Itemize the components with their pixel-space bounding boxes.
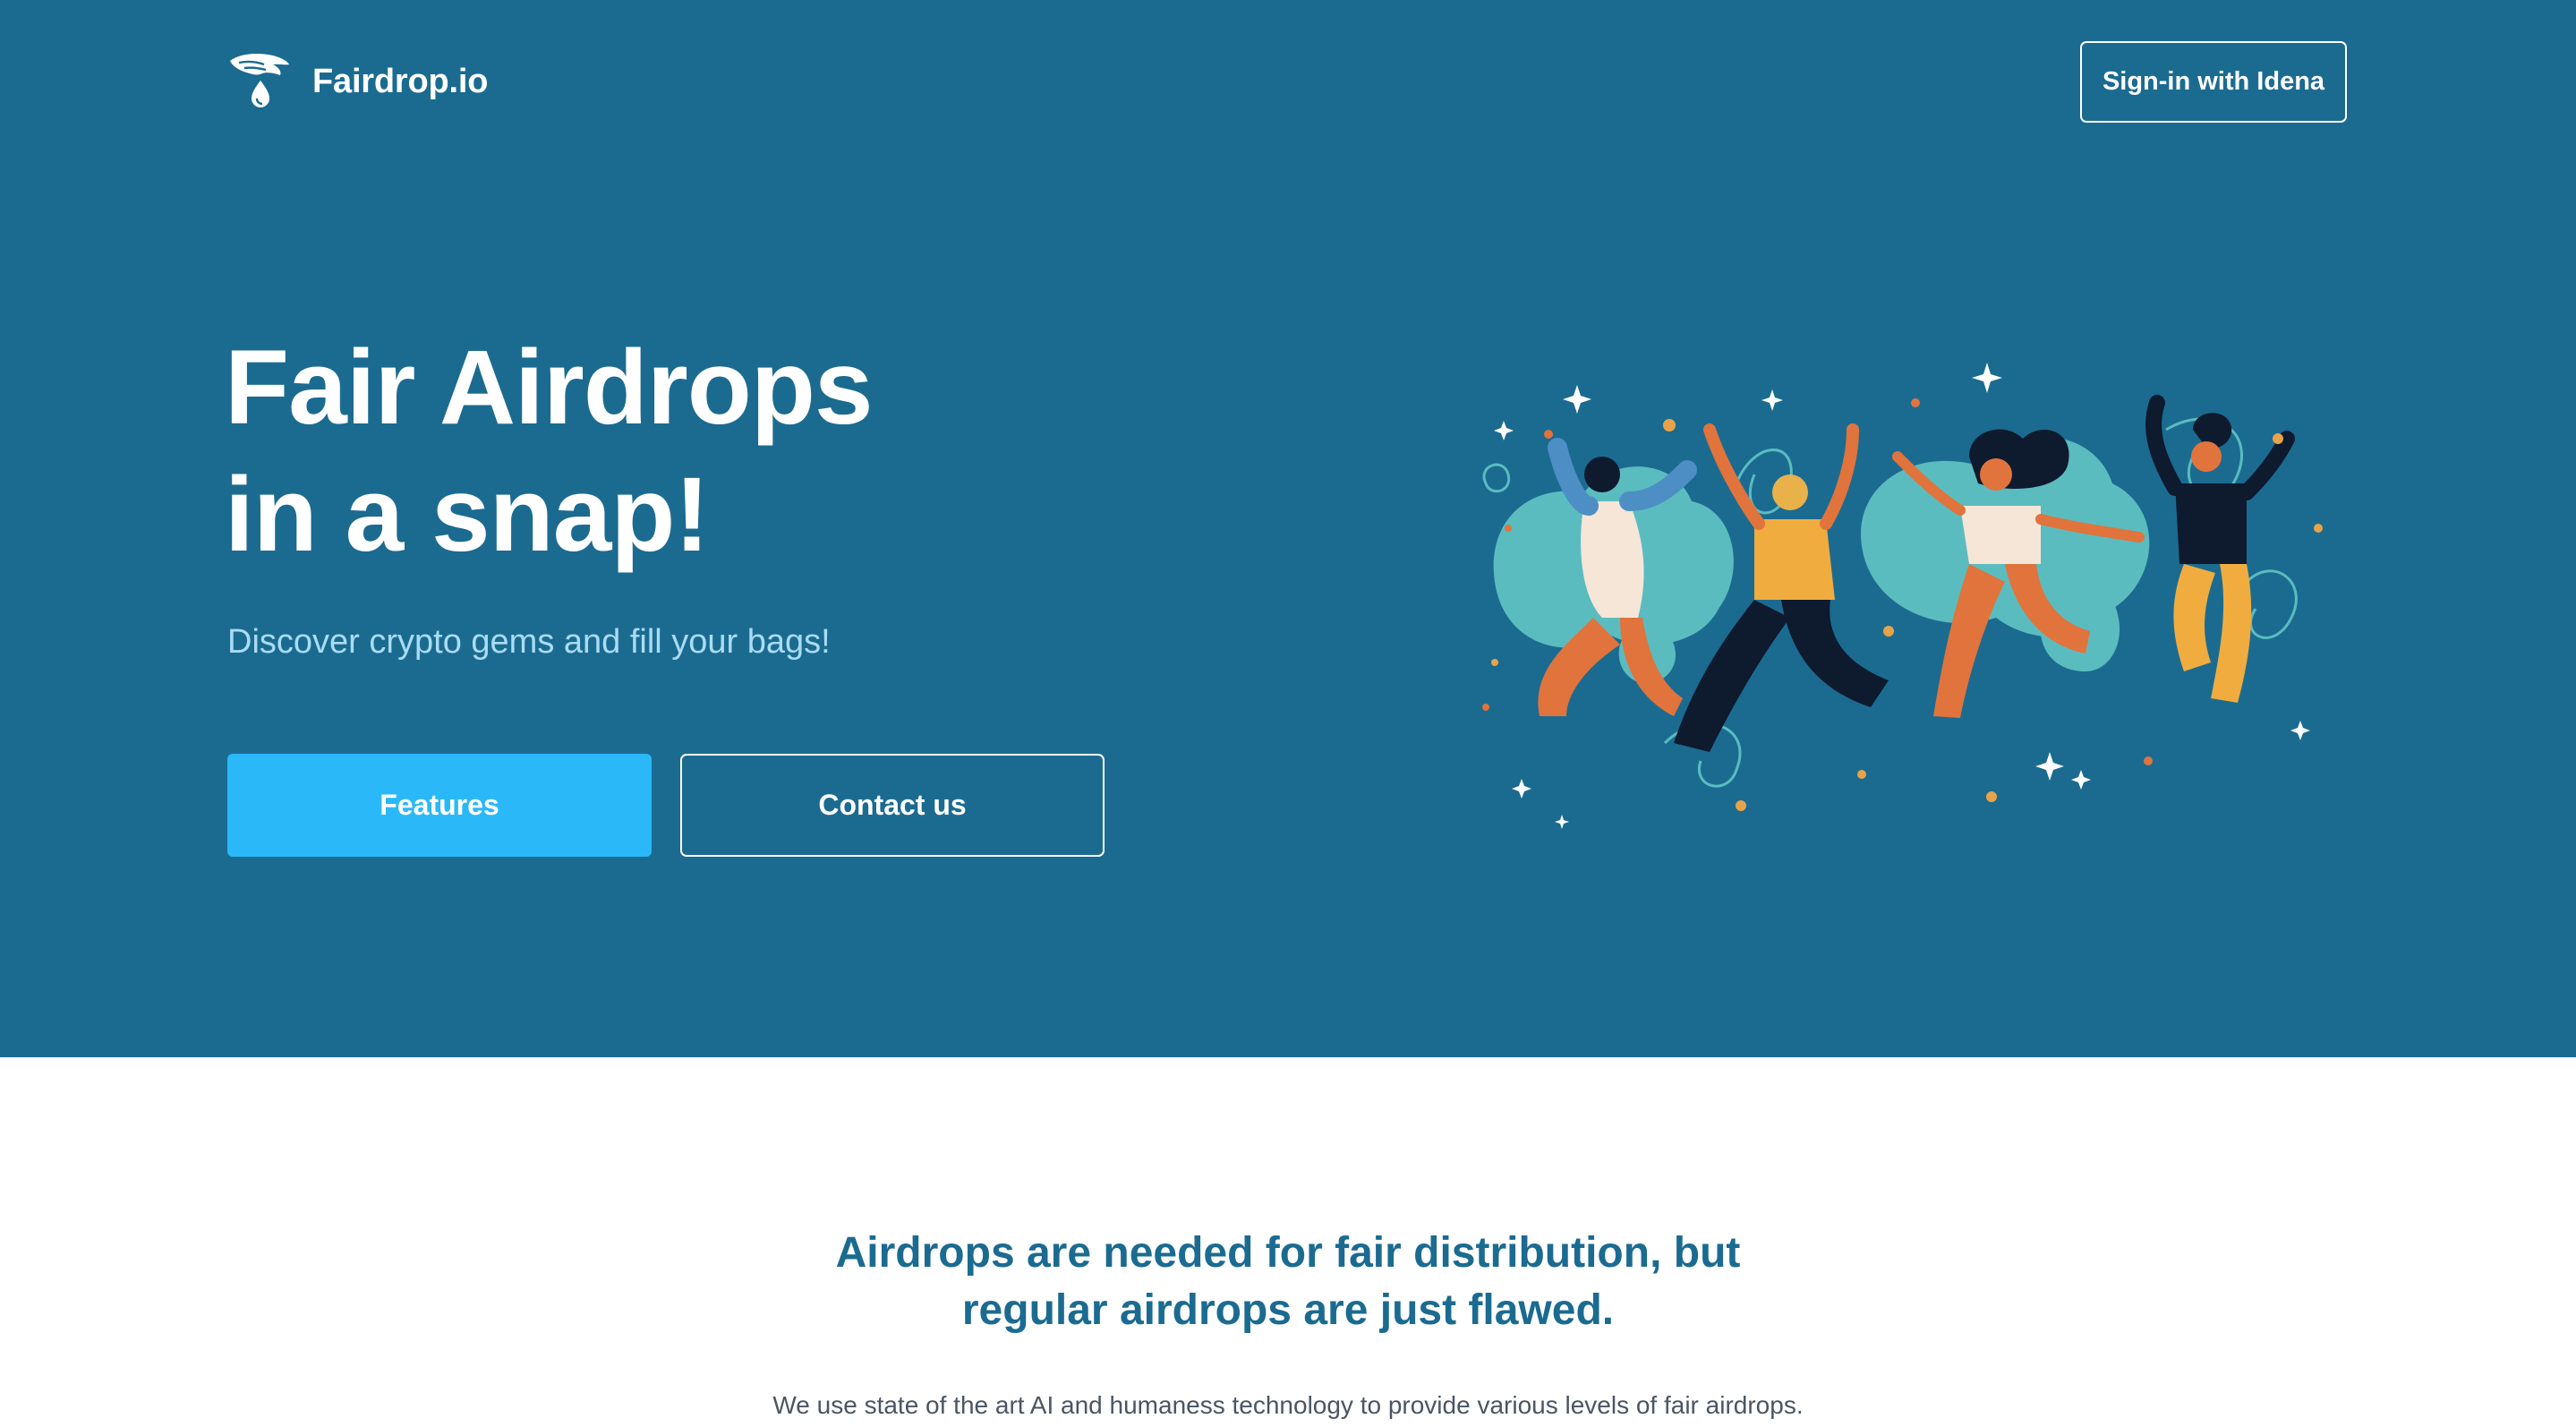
section-description: We use state of the art AI and humaness … bbox=[772, 1391, 1804, 1419]
people-celebrating-illustration bbox=[1482, 363, 2323, 829]
hero-subtitle: Discover crypto gems and fill your bags! bbox=[227, 623, 831, 661]
section-title: Airdrops are needed for fair distributio… bbox=[0, 1225, 2576, 1339]
hero-title: Fair Airdrops in a snap! bbox=[225, 324, 874, 578]
brand-name: Fairdrop.io bbox=[312, 62, 489, 100]
brand-logo-link[interactable]: Fairdrop.io bbox=[226, 50, 488, 113]
hero-section: Fairdrop.io Sign-in with Idena Fair Aird… bbox=[0, 0, 2576, 1057]
hero-title-line1: Fair Airdrops bbox=[225, 329, 874, 447]
contact-us-button[interactable]: Contact us bbox=[680, 754, 1105, 857]
section-title-line1: Airdrops are needed for fair distributio… bbox=[835, 1229, 1741, 1277]
hand-drop-icon bbox=[230, 54, 289, 107]
features-button[interactable]: Features bbox=[227, 754, 652, 857]
section-title-line2: regular airdrops are just flawed. bbox=[961, 1286, 1615, 1334]
hero-title-line2: in a snap! bbox=[225, 456, 710, 574]
signin-idena-button[interactable]: Sign-in with Idena bbox=[2080, 41, 2347, 123]
